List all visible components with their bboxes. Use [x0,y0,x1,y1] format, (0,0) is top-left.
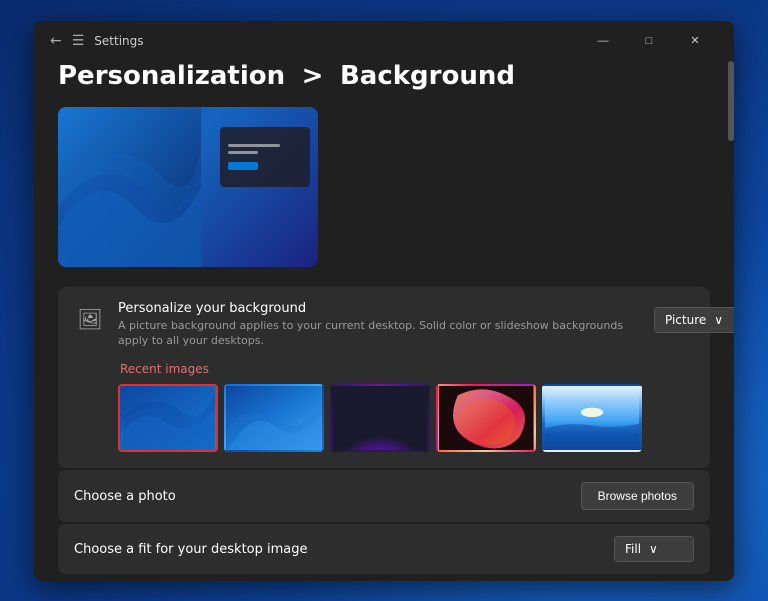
personalize-control: Picture ∨ ∧ [654,305,734,335]
recent-images-grid [118,384,642,452]
content-area: Personalization > Background [34,61,734,581]
scrollbar-thumb[interactable] [728,61,734,141]
choose-photo-label: Choose a photo [74,489,581,504]
browse-photos-button[interactable]: Browse photos [581,482,694,510]
choose-fit-row: Choose a fit for your desktop image Fill… [58,524,710,574]
minimize-button[interactable]: — [580,25,626,57]
personalize-desc: A picture background applies to your cur… [118,318,642,349]
breadcrumb-prefix: Personalization [58,61,285,91]
breadcrumb-current: Background [340,61,515,91]
preview-line-1 [228,144,280,147]
choose-fit-label: Choose a fit for your desktop image [74,542,614,557]
preview-desktop [58,107,318,267]
desktop-preview [58,107,318,267]
background-type-dropdown[interactable]: Picture ∨ [654,307,734,333]
thumbnail-1[interactable] [118,384,218,452]
chevron-down-icon: ∨ [649,542,658,556]
scrollbar-track[interactable] [728,21,734,581]
preview-line-2 [228,151,258,154]
back-icon[interactable]: ← [50,33,62,49]
thumbnail-5[interactable] [542,384,642,452]
close-button[interactable]: ✕ [672,25,718,57]
personalize-text: Personalize your background A picture ba… [118,301,642,455]
preview-taskbar [220,127,310,187]
fit-value: Fill [625,542,641,556]
menu-icon[interactable]: ☰ [72,33,85,49]
thumbnail-4[interactable] [436,384,536,452]
personalize-title: Personalize your background [118,301,642,316]
title-bar-title: Settings [94,34,143,48]
personalize-icon: 🖼 [74,303,106,335]
thumbnail-2[interactable] [224,384,324,452]
fit-dropdown[interactable]: Fill ∨ [614,536,694,562]
choose-photo-row: Choose a photo Browse photos [58,470,710,522]
title-bar: ← ☰ Settings — □ ✕ [34,21,734,61]
window-controls: — □ ✕ [580,25,718,57]
dropdown-label: Picture [665,313,706,327]
preview-button [228,162,258,170]
breadcrumb-separator: > [302,61,324,91]
thumbnail-3[interactable] [330,384,430,452]
recent-images-label: Recent images [118,362,642,376]
settings-window: ← ☰ Settings — □ ✕ Personalization > Bac… [34,21,734,581]
page-title: Personalization > Background [58,61,710,91]
personalize-row: 🖼 Personalize your background A picture … [58,287,710,469]
maximize-button[interactable]: □ [626,25,672,57]
title-bar-left: ← ☰ Settings [50,33,570,49]
chevron-down-icon: ∨ [714,313,723,327]
preview-waves [58,107,201,267]
